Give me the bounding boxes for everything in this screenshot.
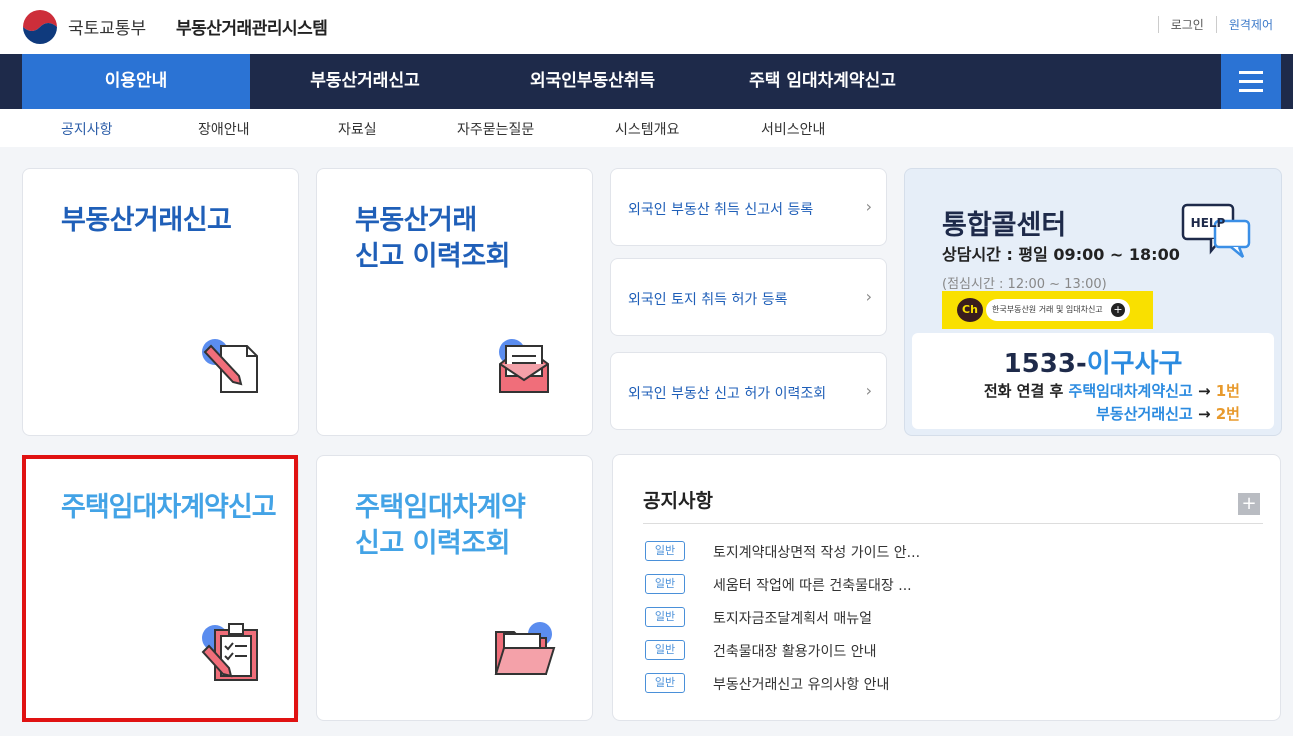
- notice-item-title[interactable]: 건축물대장 활용가이드 안내: [713, 641, 876, 661]
- notice-item-title[interactable]: 세움터 작업에 따른 건축물대장 ...: [713, 575, 912, 595]
- category-badge: 일반: [645, 607, 685, 627]
- kakao-channel-label: 한국부동산원 거래 및 임대차신고: [986, 299, 1130, 321]
- highlight-box: [22, 455, 298, 722]
- category-badge: 일반: [645, 541, 685, 561]
- link-label: 외국인 토지 취득 허가 등록: [628, 292, 788, 308]
- card-title-line1: 부동산거래: [355, 205, 477, 236]
- notice-more-button[interactable]: +: [1238, 493, 1260, 515]
- menu-button[interactable]: [1221, 54, 1281, 109]
- utility-links: 로그인 원격제어: [1157, 16, 1273, 33]
- call-route-rental: 전화 연결 후 주택임대차계약신고 → 1번: [984, 380, 1240, 401]
- mail-envelope-icon: [499, 339, 549, 393]
- kakao-channel-icon: Ch: [957, 298, 983, 322]
- link-foreign-permit-history[interactable]: 외국인 부동산 신고 허가 이력조회 ›: [610, 352, 887, 430]
- gnb-rental-report[interactable]: 주택 임대차계약신고: [720, 54, 925, 109]
- notice-item-title[interactable]: 토지자금조달계획서 매뉴얼: [713, 608, 872, 628]
- help-badge-text: HELP: [1191, 216, 1226, 230]
- main-navigation: 이용안내 부동산거래신고 외국인부동산취득 주택 임대차계약신고: [0, 54, 1293, 109]
- card-title: 주택임대차계약 신고 이력조회: [355, 490, 526, 562]
- hamburger-icon-line: [1239, 80, 1263, 83]
- kakao-channel-button[interactable]: Ch 한국부동산원 거래 및 임대차신고 +: [942, 291, 1153, 329]
- chevron-right-icon: ›: [865, 381, 872, 400]
- folder-icon: [494, 622, 556, 675]
- chevron-right-icon: ›: [865, 287, 872, 306]
- lnb-service-guide[interactable]: 서비스안내: [761, 119, 825, 139]
- system-name[interactable]: 부동산거래관리시스템: [176, 14, 328, 39]
- call-route-realestate: 부동산거래신고 → 2번: [1096, 403, 1240, 424]
- sub-navigation: 공지사항 장애안내 자료실 자주묻는질문 시스템개요 서비스안내: [0, 109, 1293, 147]
- call-number-prefix: 1533-: [1003, 349, 1087, 379]
- call-center-panel: 통합콜센터 HELP 상담시간 : 평일 09:00 ~ 18:00 (점심시간…: [904, 168, 1282, 436]
- call-center-break: (점심시간 : 12:00 ~ 13:00): [942, 277, 1107, 292]
- notice-item-title[interactable]: 토지계약대상면적 작성 가이드 안...: [713, 542, 920, 562]
- lnb-archive[interactable]: 자료실: [338, 119, 377, 139]
- card-title: 부동산거래 신고 이력조회: [355, 203, 510, 275]
- gnb-realestate-report[interactable]: 부동산거래신고: [270, 54, 460, 109]
- divider: [643, 523, 1263, 524]
- card-realestate-history[interactable]: 부동산거래 신고 이력조회: [316, 168, 593, 436]
- card-rental-history[interactable]: 주택임대차계약 신고 이력조회: [316, 455, 593, 721]
- call-number-word: 이구사구: [1086, 349, 1183, 379]
- remote-control-link[interactable]: 원격제어: [1215, 16, 1273, 33]
- chevron-right-icon: ›: [865, 197, 872, 216]
- call-center-title: 통합콜센터: [942, 210, 1067, 241]
- help-chat-icon: HELP: [1181, 203, 1251, 258]
- link-foreign-land-permit[interactable]: 외국인 토지 취득 허가 등록 ›: [610, 258, 887, 336]
- card-realestate-report[interactable]: 부동산거래신고: [22, 168, 299, 436]
- notice-item-title[interactable]: 부동산거래신고 유의사항 안내: [713, 674, 889, 694]
- category-badge: 일반: [645, 574, 685, 594]
- card-title-line2: 신고 이력조회: [355, 528, 510, 559]
- notice-panel: 공지사항 + 일반 토지계약대상면적 작성 가이드 안... 일반 세움터 작업…: [612, 454, 1281, 721]
- card-title: 부동산거래신고: [61, 205, 232, 236]
- arrow-right-icon: →: [1192, 382, 1216, 400]
- call-number: 1533-이구사구: [912, 343, 1274, 380]
- category-badge: 일반: [645, 673, 685, 693]
- government-emblem-icon[interactable]: [22, 9, 58, 45]
- document-pen-icon: [202, 339, 258, 393]
- gnb-usage-guide[interactable]: 이용안내: [22, 54, 250, 109]
- login-link[interactable]: 로그인: [1157, 16, 1216, 33]
- card-title-line1: 주택임대차계약: [355, 492, 526, 523]
- link-foreign-realestate-register[interactable]: 외국인 부동산 취득 신고서 등록 ›: [610, 168, 887, 246]
- lnb-system-overview[interactable]: 시스템개요: [615, 119, 679, 139]
- card-title-line2: 신고 이력조회: [355, 241, 510, 272]
- link-label: 외국인 부동산 신고 허가 이력조회: [628, 386, 827, 402]
- lnb-notice[interactable]: 공지사항: [61, 119, 113, 139]
- gnb-foreigner-acquisition[interactable]: 외국인부동산취득: [490, 54, 695, 109]
- category-badge: 일반: [645, 640, 685, 660]
- plus-icon: +: [1111, 303, 1125, 317]
- ministry-name[interactable]: 국토교통부: [68, 14, 146, 39]
- lnb-outage[interactable]: 장애안내: [198, 119, 250, 139]
- hamburger-icon-line: [1239, 89, 1263, 92]
- call-route-number: 2번: [1215, 405, 1240, 423]
- arrow-right-icon: →: [1192, 405, 1216, 423]
- hamburger-icon: [1239, 71, 1263, 74]
- call-number-box: 1533-이구사구 전화 연결 후 주택임대차계약신고 → 1번 부동산거래신고…: [912, 333, 1274, 429]
- call-center-hours: 상담시간 : 평일 09:00 ~ 18:00: [942, 245, 1180, 264]
- call-route-target: 주택임대차계약신고: [1068, 382, 1193, 400]
- link-label: 외국인 부동산 취득 신고서 등록: [628, 202, 814, 218]
- notice-title: 공지사항: [643, 490, 713, 512]
- call-route-prefix: 전화 연결 후: [983, 382, 1069, 400]
- lnb-faq[interactable]: 자주묻는질문: [457, 119, 534, 139]
- call-route-target: 부동산거래신고: [1096, 405, 1193, 423]
- call-route-number: 1번: [1215, 382, 1240, 400]
- top-header: 국토교통부 부동산거래관리시스템 로그인 원격제어: [0, 0, 1293, 54]
